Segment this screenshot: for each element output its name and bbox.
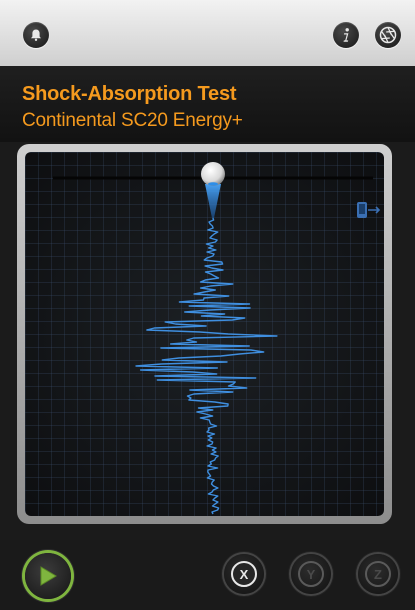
info-icon[interactable] [333, 22, 359, 48]
aperture-icon[interactable] [375, 22, 401, 48]
axis-z-label: Z [374, 566, 382, 582]
play-button[interactable] [25, 553, 71, 599]
ball-cone [205, 184, 221, 218]
test-header: Shock-Absorption Test Continental SC20 E… [0, 66, 415, 142]
bell-icon[interactable] [23, 22, 49, 48]
axis-y-button[interactable]: Y [291, 554, 331, 594]
test-title: Shock-Absorption Test [22, 83, 237, 105]
axis-x-label: X [239, 566, 249, 582]
bottom-controls: X Y Z [0, 540, 415, 610]
waveform-trace [135, 217, 278, 515]
axis-x-button[interactable]: X [224, 554, 264, 594]
tire-name: Continental SC20 Energy+ [22, 110, 243, 131]
axis-z-button[interactable]: Z [358, 554, 398, 594]
graph-screen [25, 152, 384, 516]
top-toolbar [0, 0, 415, 67]
shock-waveform [53, 162, 373, 515]
export-icon[interactable] [355, 200, 383, 222]
axis-y-label: Y [306, 566, 316, 582]
ball-glow [208, 182, 218, 186]
play-icon [40, 566, 57, 586]
graph-frame [17, 144, 392, 524]
